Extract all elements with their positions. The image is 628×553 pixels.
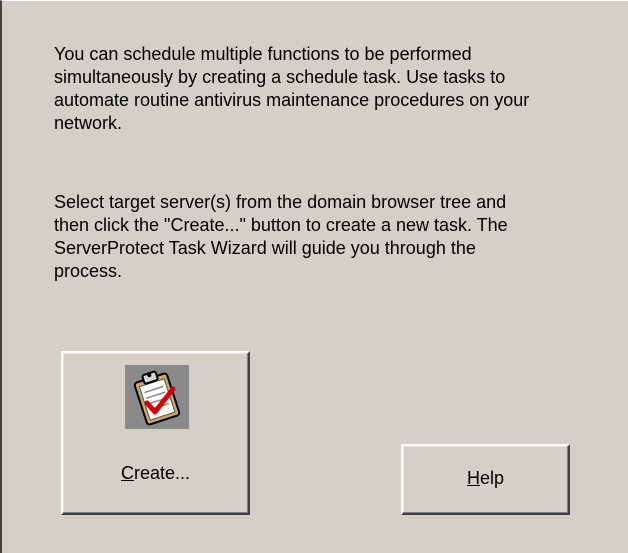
intro-paragraph-instructions: Select target server(s) from the domain … [54,192,508,281]
help-button-label: Help [466,468,505,488]
help-button[interactable]: Help [401,444,570,515]
create-button-label: Create... [120,463,191,483]
schedule-task-panel: You can schedule multiple functions to b… [0,0,628,553]
intro-paragraph-schedule: You can schedule multiple functions to b… [54,44,530,133]
create-task-button[interactable]: Create... [61,351,250,515]
task-clipboard-icon [125,365,189,429]
